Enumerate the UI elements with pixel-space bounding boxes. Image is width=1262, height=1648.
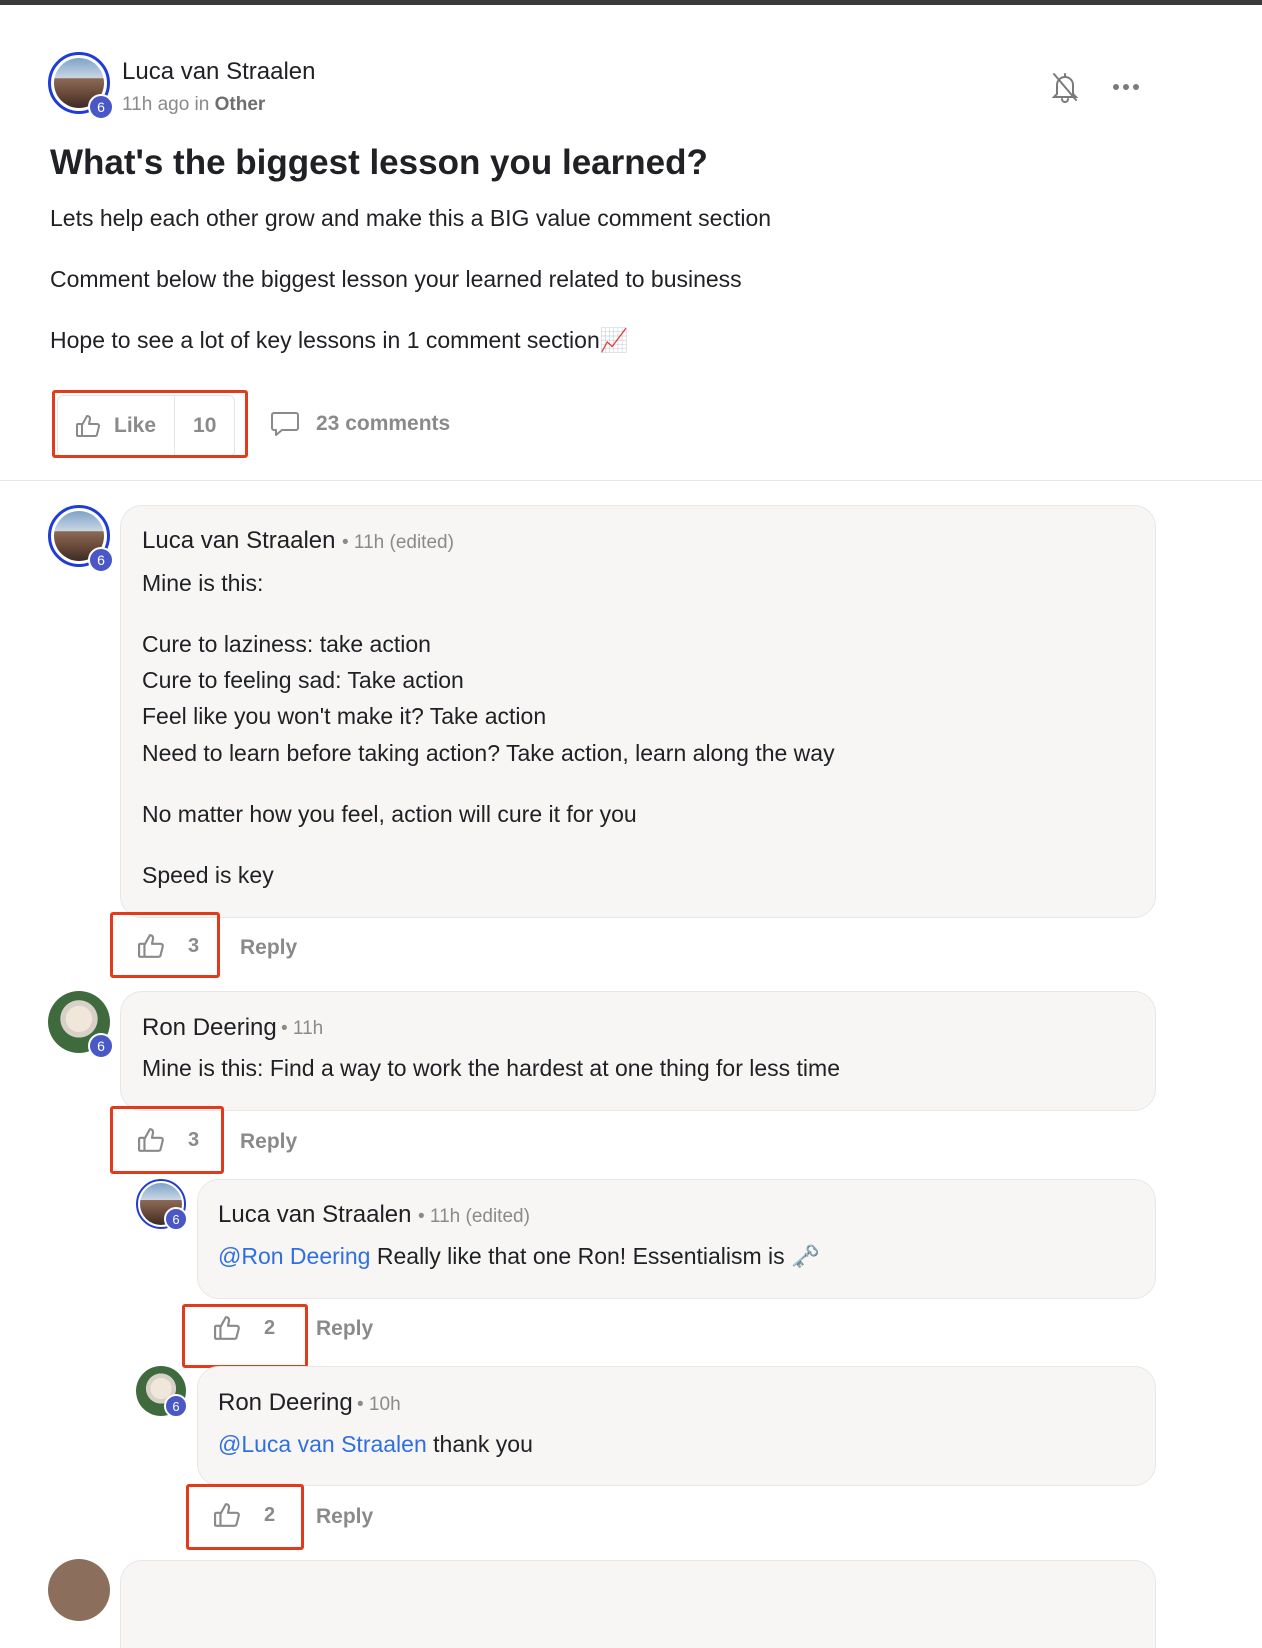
post-title: What's the biggest lesson you learned? [50, 143, 708, 182]
comment-bubble-icon [271, 412, 299, 436]
comment-text-line: Cure to laziness: take action [142, 631, 431, 657]
post-body-line-3: Hope to see a lot of key lessons in 1 co… [50, 327, 629, 353]
comment-like-count: 3 [188, 1128, 200, 1151]
comments-count-label: 23 comments [316, 412, 451, 435]
reply-like-button[interactable]: 2 [214, 1502, 275, 1528]
comment-like-button[interactable]: 3 [138, 933, 199, 959]
bell-off-icon[interactable] [1050, 70, 1080, 104]
level-badge: 6 [88, 547, 114, 573]
level-badge: 6 [88, 94, 114, 120]
thumbs-up-icon [214, 1316, 240, 1340]
comment-text-line: Feel like you won't make it? Take action [142, 703, 547, 729]
post-body-line-1: Lets help each other grow and make this … [50, 205, 772, 231]
like-label: Like [114, 414, 157, 437]
reply-reply-button[interactable]: Reply [316, 1505, 373, 1529]
reply-bubble [197, 1366, 1156, 1486]
post-like-count[interactable]: 10 [174, 396, 234, 456]
reply-avatar[interactable]: 6 [136, 1366, 188, 1418]
comment-like-button[interactable]: 3 [138, 1127, 199, 1153]
thumbs-up-icon [138, 1128, 164, 1152]
comment-meta: • 11h (edited) [342, 532, 454, 553]
comment-text-line: Cure to feeling sad: Take action [142, 667, 464, 693]
mention-link[interactable]: @Ron Deering [218, 1243, 370, 1269]
reply-meta: • 10h [357, 1394, 401, 1415]
comment-avatar[interactable]: 6 [48, 991, 114, 1059]
comment-text-line: Mine is this: Find a way to work the har… [142, 1055, 840, 1081]
thumbs-up-icon [214, 1503, 240, 1527]
comment-actions: 3 [138, 1127, 199, 1153]
thumbs-up-icon [138, 934, 164, 958]
reply-bubble [197, 1179, 1156, 1299]
comment-author[interactable]: Luca van Straalen [142, 527, 335, 555]
comment-text-line: No matter how you feel, action will cure… [142, 801, 637, 827]
window-top-edge [0, 0, 1262, 5]
comment-bubble [120, 991, 1156, 1111]
reply-author[interactable]: Ron Deering [218, 1389, 353, 1417]
comment-author[interactable]: Ron Deering [142, 1014, 277, 1042]
post-like-group: Like 10 [57, 395, 236, 457]
post-meta: 11h ago in Other [122, 94, 265, 116]
level-badge: 6 [164, 1394, 188, 1418]
comment-actions: 3 [138, 933, 199, 959]
post-like-button[interactable]: Like [58, 396, 174, 456]
reply-author[interactable]: Luca van Straalen [218, 1201, 411, 1229]
level-badge: 6 [88, 1033, 114, 1059]
post-author-name[interactable]: Luca van Straalen [122, 58, 315, 86]
reply-avatar[interactable]: 6 [136, 1179, 188, 1231]
reply-actions: 2 [214, 1502, 275, 1528]
reply-actions: 2 [214, 1315, 275, 1341]
section-divider [0, 480, 1262, 481]
comment-text-line: Speed is key [142, 862, 274, 888]
comment-reply-button[interactable]: Reply [240, 936, 297, 960]
comment-reply-button[interactable]: Reply [240, 1130, 297, 1154]
reply-text-body: Really like that one Ron! Essentialism i… [370, 1243, 820, 1269]
reply-text-body: thank you [426, 1431, 533, 1457]
post-body-line-2: Comment below the biggest lesson your le… [50, 266, 742, 292]
comment-avatar[interactable] [48, 1559, 110, 1621]
level-badge: 6 [164, 1207, 188, 1231]
post-category[interactable]: Other [215, 94, 266, 115]
comment-avatar[interactable]: 6 [48, 505, 114, 573]
more-horizontal-icon[interactable] [1108, 72, 1144, 102]
reply-meta: • 11h (edited) [418, 1206, 530, 1227]
reply-text: @Ron Deering Really like that one Ron! E… [218, 1243, 820, 1270]
reply-text: @Luca van Straalen thank you [218, 1431, 533, 1458]
mention-link[interactable]: @Luca van Straalen [218, 1431, 427, 1457]
reply-reply-button[interactable]: Reply [316, 1317, 373, 1341]
post-author-avatar[interactable]: 6 [48, 52, 114, 120]
reply-like-button[interactable]: 2 [214, 1315, 275, 1341]
post-comments-link[interactable]: 23 comments [270, 411, 450, 437]
comment-bubble [120, 1560, 1156, 1648]
comment-text-line: Need to learn before taking action? Take… [142, 740, 835, 766]
comment-meta: • 11h [281, 1018, 324, 1039]
comment-like-count: 3 [188, 934, 200, 957]
post-time: 11h ago in [122, 94, 215, 115]
thumbs-up-icon [76, 415, 101, 437]
comment-text-line: Mine is this: [142, 570, 264, 596]
reply-like-count: 2 [264, 1316, 276, 1339]
reply-like-count: 2 [264, 1503, 276, 1526]
